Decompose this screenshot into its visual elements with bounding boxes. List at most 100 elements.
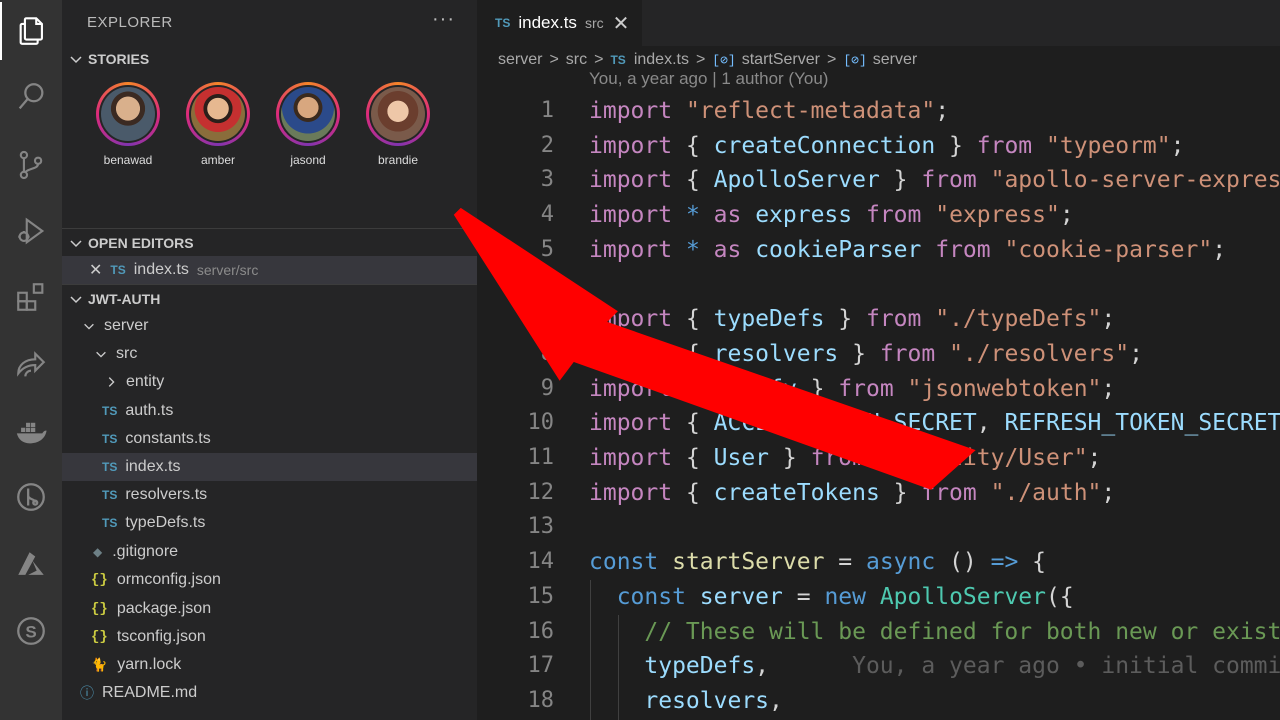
breadcrumb-item[interactable]: server	[873, 51, 917, 69]
code-line[interactable]: 16 // These will be defined for both new…	[477, 615, 1280, 650]
avatar	[101, 87, 155, 141]
tree-folder-src[interactable]: src	[62, 340, 477, 368]
close-icon[interactable]: ✕	[89, 260, 102, 280]
tab-index-ts[interactable]: TS index.ts src ✕	[477, 0, 642, 46]
code-token: ,	[769, 687, 783, 714]
code-line[interactable]: 9 import { verify } from "jsonwebtoken";	[477, 372, 1280, 407]
code-text: import * as express from "express";	[589, 198, 1074, 233]
code-token: new	[824, 583, 880, 610]
breadcrumb-separator: >	[826, 51, 837, 68]
tree-file-index-ts[interactable]: TS index.ts	[62, 453, 477, 481]
project-section-header[interactable]: JWT-AUTH	[62, 284, 477, 312]
code-line[interactable]: 13	[477, 510, 1280, 545]
code-token: import	[589, 202, 686, 229]
story-benawad[interactable]: benawad	[92, 82, 164, 167]
more-actions-icon[interactable]: ···	[432, 8, 455, 31]
breadcrumb-item[interactable]: src	[566, 51, 587, 69]
code-token: // These will be defined for both new or…	[644, 618, 1280, 645]
code-token: {	[685, 375, 714, 402]
breadcrumb-item[interactable]: startServer	[742, 51, 820, 69]
code-line[interactable]: 3 import { ApolloServer } from "apollo-se…	[477, 163, 1280, 198]
live-share-icon[interactable]	[0, 336, 62, 394]
code-token: }	[838, 340, 880, 367]
stories-section-header[interactable]: STORIES	[62, 45, 477, 73]
tree-file-typedefs-ts[interactable]: TS typeDefs.ts	[62, 509, 477, 537]
tree-file-auth-ts[interactable]: TS auth.ts	[62, 397, 477, 425]
line-number: 9	[540, 375, 554, 401]
code-line[interactable]: 10 import { ACCESS_TOKEN_SECRET, REFRESH_…	[477, 406, 1280, 441]
code-token: resolvers	[713, 340, 839, 367]
tree-label: package.json	[116, 600, 212, 617]
code-token: You, a year ago • initial commit	[769, 653, 1280, 680]
code-line[interactable]: 6	[477, 268, 1280, 303]
run-debug-icon[interactable]	[0, 202, 62, 260]
breadcrumb-item[interactable]: server	[498, 51, 542, 69]
tree-file-gitignore[interactable]: ◆ .gitignore	[62, 538, 477, 566]
tab-bar: TS index.ts src ✕	[477, 0, 1280, 46]
line-number: 13	[527, 514, 555, 540]
tree-folder-server[interactable]: server	[62, 312, 477, 340]
line-number: 4	[540, 202, 554, 228]
code-token: {	[685, 479, 714, 506]
code-token: import	[589, 306, 686, 333]
code-line[interactable]: 12 import { createTokens } from "./auth";	[477, 476, 1280, 511]
docker-icon[interactable]	[0, 403, 62, 461]
activity-bar: S	[0, 0, 62, 720]
code-token: {	[685, 340, 714, 367]
search-icon[interactable]	[0, 68, 62, 126]
breadcrumb-item[interactable]: index.ts	[634, 51, 689, 69]
code-line[interactable]: 11 import { User } from "./entity/User";	[477, 441, 1280, 476]
gitlens-icon[interactable]	[0, 468, 62, 526]
code-token: *	[685, 202, 714, 229]
tree-file-constants-ts[interactable]: TS constants.ts	[62, 425, 477, 453]
line-number: 11	[527, 445, 555, 470]
code-line[interactable]: 18 resolvers,	[477, 684, 1280, 719]
code-line[interactable]: 7 import { typeDefs } from "./typeDefs";	[477, 302, 1280, 337]
tree-file-ormconfig-json[interactable]: {} ormconfig.json	[62, 566, 477, 594]
story-ring	[276, 82, 340, 146]
story-brandie[interactable]: brandie	[362, 82, 434, 167]
breadcrumb-separator: >	[695, 51, 706, 68]
code-line[interactable]: 14 const startServer = async () => {	[477, 545, 1280, 580]
story-name: amber	[200, 153, 235, 167]
tree-file-yarn-lock[interactable]: 🐈 yarn.lock	[62, 651, 477, 679]
code-line[interactable]: 8 import { resolvers } from "./resolvers"…	[477, 337, 1280, 372]
code-line[interactable]: 15 const server = new ApolloServer({	[477, 580, 1280, 615]
blame-codelens[interactable]: You, a year ago | 1 author (You)	[589, 69, 828, 89]
extensions-icon[interactable]	[0, 268, 62, 326]
code-line[interactable]: 17 typeDefs, You, a year ago • initial c…	[477, 649, 1280, 684]
open-editor-index-ts[interactable]: ✕ TS index.ts server/src	[62, 256, 477, 284]
code-token: User	[713, 445, 770, 471]
source-control-icon[interactable]	[0, 136, 62, 194]
open-editors-section-header[interactable]: OPEN EDITORS	[62, 228, 477, 256]
tree-label: typeDefs.ts	[125, 514, 206, 531]
sidebar-s-icon[interactable]: S	[0, 602, 62, 660]
code-token: async	[865, 549, 950, 576]
tree-label: ormconfig.json	[116, 571, 221, 588]
story-amber[interactable]: amber	[182, 82, 254, 167]
story-jasond[interactable]: jasond	[272, 82, 344, 167]
code-token: ;	[1170, 132, 1185, 159]
tree-file-resolvers-ts[interactable]: TS resolvers.ts	[62, 481, 477, 509]
close-icon[interactable]: ✕	[613, 11, 630, 36]
code-token: "typeorm"	[1046, 132, 1171, 159]
line-number: 10	[527, 410, 555, 436]
line-number: 18	[527, 687, 555, 713]
avatar	[371, 87, 425, 141]
tree-file-package-json[interactable]: {} package.json	[62, 595, 477, 623]
code-line[interactable]: 5 import * as cookieParser from "cookie-p…	[477, 233, 1280, 268]
open-editor-path: server/src	[196, 262, 259, 278]
code-line[interactable]: 1 import "reflect-metadata";	[477, 94, 1280, 129]
code-line[interactable]: 2 import { createConnection } from "typeo…	[477, 129, 1280, 164]
explorer-icon[interactable]	[0, 2, 62, 60]
tree-file-tsconfig-json[interactable]: {} tsconfig.json	[62, 623, 477, 651]
code-editor[interactable]: 1 import "reflect-metadata"; 2 import { cre…	[477, 94, 1280, 720]
tree-folder-entity[interactable]: entity	[62, 368, 477, 396]
tree-file-readme-md[interactable]: ⓘ README.md	[62, 679, 477, 707]
azure-icon[interactable]	[0, 536, 62, 594]
line-number: 6	[540, 271, 554, 297]
code-line[interactable]: 4 import * as express from "express";	[477, 198, 1280, 233]
code-token: "apollo-server-express"	[990, 167, 1280, 194]
